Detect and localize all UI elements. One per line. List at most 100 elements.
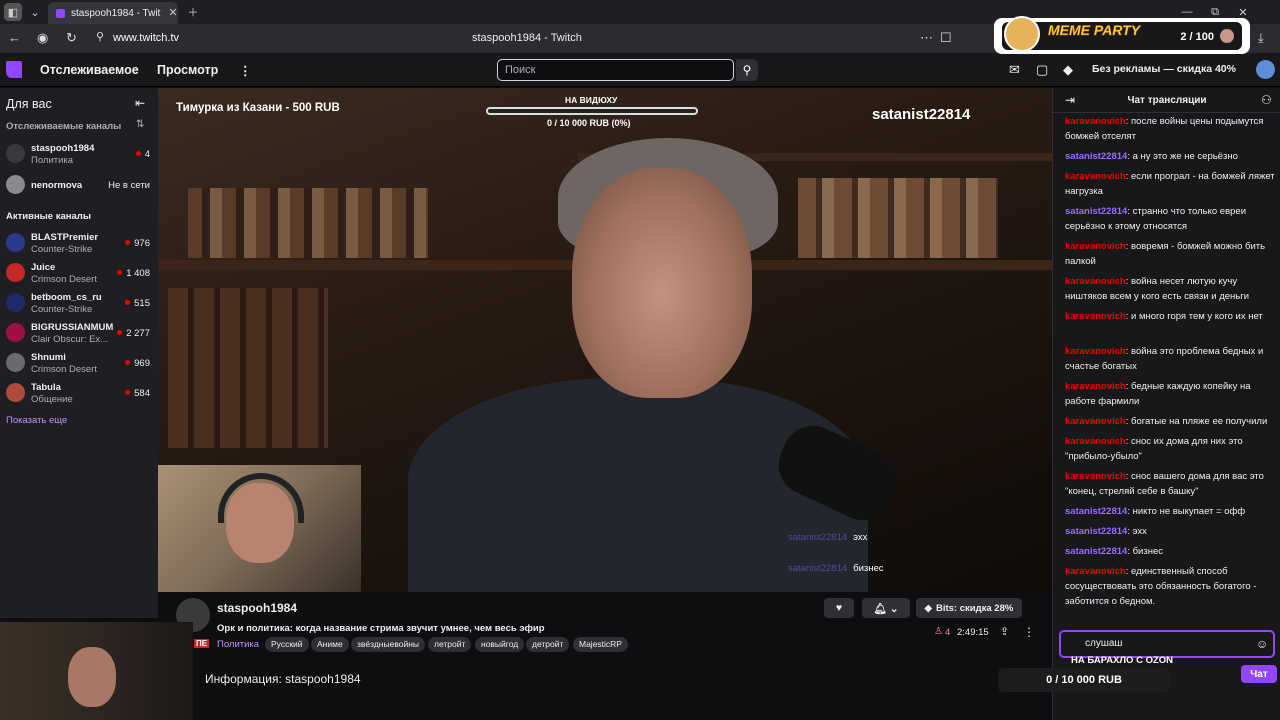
chat-username[interactable]: karavanovich — [1065, 311, 1126, 322]
reload-icon[interactable]: ↻ — [66, 30, 77, 46]
sidebar-channel[interactable]: nenormova Не в сети — [6, 173, 154, 201]
bookmark-icon[interactable]: ☐ — [940, 30, 952, 46]
twitch-logo-icon[interactable] — [6, 61, 22, 78]
viewer-count: 976 — [125, 238, 150, 249]
follow-button[interactable]: ♥ — [824, 598, 854, 618]
avatar — [6, 383, 25, 402]
sort-icon[interactable]: ⇅ — [136, 119, 144, 130]
sidebar-channel[interactable]: staspooh1984 Политика 4 — [6, 142, 154, 170]
chat-username[interactable]: karavanovich — [1065, 416, 1126, 427]
sidebar-channel[interactable]: Tabula Общение 584 — [6, 381, 154, 409]
search-input[interactable]: Поиск — [497, 59, 734, 81]
sidebar-channel[interactable]: Juice Crimson Desert 1 408 — [6, 261, 154, 289]
twitch-top-nav: Отслеживаемое Просмотр ⋮ Поиск ⚲ ✉ ▢ ◆ Б… — [0, 53, 1280, 87]
tag[interactable]: новыйгод — [475, 637, 525, 652]
meme-party-count: 2 / 100 — [1180, 31, 1214, 43]
new-tab-icon[interactable]: ＋ — [184, 3, 202, 21]
chat-username[interactable]: satanist22814 — [1065, 151, 1127, 162]
collapse-sidebar-icon[interactable]: ⇤ — [135, 96, 145, 110]
video-player[interactable]: Тимурка из Казани - 500 RUB НА ВИДЮХУ 0 … — [158, 88, 1052, 592]
streamer-name[interactable]: staspooh1984 — [217, 601, 297, 615]
sidebar-channel[interactable]: BIGRUSSIANMUM Clair Obscur: Ex... 2 277 — [6, 321, 154, 349]
tag[interactable]: детройт — [526, 637, 570, 652]
rub-goal-value: 0 / 10 000 RUB — [1046, 674, 1122, 686]
page-title: staspooh1984 - Twitch — [472, 32, 582, 44]
whispers-icon[interactable]: ▢ — [1036, 62, 1048, 78]
url-field[interactable]: www.twitch.tv — [113, 32, 179, 44]
browser-tab[interactable]: staspooh1984 - Twit — [48, 2, 178, 24]
back-icon[interactable]: ← — [8, 30, 21, 45]
user-avatar[interactable] — [1256, 60, 1275, 79]
chat-username[interactable]: satanist22814 — [1065, 546, 1127, 557]
chat-message: karavanovich: бедные каждую копейку на р… — [1065, 379, 1275, 409]
chat-username[interactable]: karavanovich — [1065, 436, 1126, 447]
search-icon: ⚲ — [742, 63, 752, 77]
chat-text: богатые на пляже ее получили — [1131, 416, 1268, 427]
nav-browse[interactable]: Просмотр — [157, 63, 218, 77]
channel-game: Counter-Strike — [31, 244, 93, 255]
tag[interactable]: Русский — [265, 637, 309, 652]
sidebar-channel[interactable]: BLASTPremier Counter-Strike 976 — [6, 231, 154, 259]
chat-message: karavanovich: единственный способ сосуще… — [1065, 564, 1275, 609]
offline-status: Не в сети — [108, 180, 150, 191]
notifications-button[interactable]: 🔔︎ ⌄ — [862, 598, 910, 618]
chat-username[interactable]: satanist22814 — [1065, 526, 1127, 537]
shield-icon[interactable]: ◉ — [37, 30, 48, 46]
chat-message: karavanovich: война это проблема бедных … — [1065, 344, 1275, 374]
chat-text: и много горя тем у кого их нет — [1131, 311, 1263, 322]
chevron-down-icon[interactable]: ⌄ — [26, 3, 44, 21]
tag[interactable]: MajesticRP — [573, 637, 628, 652]
viewer-count: 4 — [945, 627, 951, 638]
bits-discount-button[interactable]: ◆ Bits: скидка 28% — [916, 598, 1022, 618]
browser-tab-title: staspooh1984 - Twit — [71, 7, 161, 19]
avatar — [6, 175, 25, 194]
more-vertical-icon[interactable]: ⋮ — [1023, 625, 1035, 639]
chat-input[interactable]: слушаш ☺ — [1059, 630, 1275, 658]
meme-party-widget[interactable]: MEME PARTY 2 / 100 — [994, 16, 1250, 54]
chat-send-button[interactable]: Чат — [1241, 665, 1277, 683]
close-tab-icon[interactable]: ✕ — [164, 3, 182, 21]
chat-username[interactable]: karavanovich — [1065, 276, 1126, 287]
chat-text: эхх — [1132, 526, 1147, 537]
sidebar-icon[interactable]: ◧ — [4, 3, 22, 21]
turbo-promo-button[interactable]: Без рекламы — скидка 40% — [1092, 63, 1236, 75]
sidebar-channel[interactable]: betboom_cs_ru Counter-Strike 515 — [6, 291, 154, 319]
emote-icon[interactable]: ☺ — [1256, 637, 1268, 651]
tag[interactable]: Аниме — [311, 637, 349, 652]
category-link[interactable]: Политика — [217, 639, 259, 650]
inbox-icon[interactable]: ✉ — [1009, 62, 1020, 78]
channel-game: Crimson Desert — [31, 364, 97, 375]
chat-username[interactable]: karavanovich — [1065, 471, 1126, 482]
chat-username[interactable]: satanist22814 — [1065, 506, 1127, 517]
search-button[interactable]: ⚲ — [736, 59, 758, 81]
chat-message: satanist22814: никто не выкупает = офф — [1065, 504, 1275, 519]
chat-message: karavanovich: вовремя - бомжей можно бит… — [1065, 239, 1275, 269]
tag[interactable]: летройт — [428, 637, 472, 652]
chat-username[interactable]: karavanovich — [1065, 566, 1126, 577]
tag[interactable]: звёздныевойны — [351, 637, 426, 652]
followed-section-title: Отслеживаемые каналы — [6, 121, 122, 132]
bits-icon[interactable]: ◆ — [1063, 62, 1073, 78]
chat-username[interactable]: satanist22814 — [1065, 206, 1127, 217]
chat-username[interactable]: karavanovich — [1065, 346, 1126, 357]
more-vertical-icon[interactable]: ⋮ — [239, 63, 252, 78]
chat-username[interactable]: karavanovich — [1065, 116, 1126, 127]
sidebar-channel[interactable]: Shnumi Crimson Desert 969 — [6, 351, 154, 379]
person-face-image — [68, 647, 116, 707]
nav-following[interactable]: Отслеживаемое — [40, 63, 139, 77]
chat-header: ⇥ Чат трансляции ⚇ — [1053, 88, 1280, 113]
chat-username[interactable]: karavanovich — [1065, 381, 1126, 392]
chat-message: karavanovich: снос их дома для них это "… — [1065, 434, 1275, 464]
users-icon[interactable]: ⚇ — [1261, 93, 1272, 107]
download-icon[interactable]: ⤓ — [1258, 30, 1264, 46]
channel-name: Tabula — [31, 382, 61, 393]
show-more-link[interactable]: Показать еще — [6, 415, 67, 426]
more-icon[interactable]: ⋯ — [920, 30, 933, 46]
chat-text: бизнес — [1132, 546, 1163, 557]
chat-username[interactable]: karavanovich — [1065, 241, 1126, 252]
share-icon[interactable]: ⇪ — [1000, 625, 1009, 638]
partner-badge: ПЕ — [194, 639, 210, 648]
channel-game: Политика — [31, 155, 74, 166]
chat-username[interactable]: karavanovich — [1065, 171, 1126, 182]
chat-message: karavanovich: и много горя тем у кого их… — [1065, 309, 1275, 324]
